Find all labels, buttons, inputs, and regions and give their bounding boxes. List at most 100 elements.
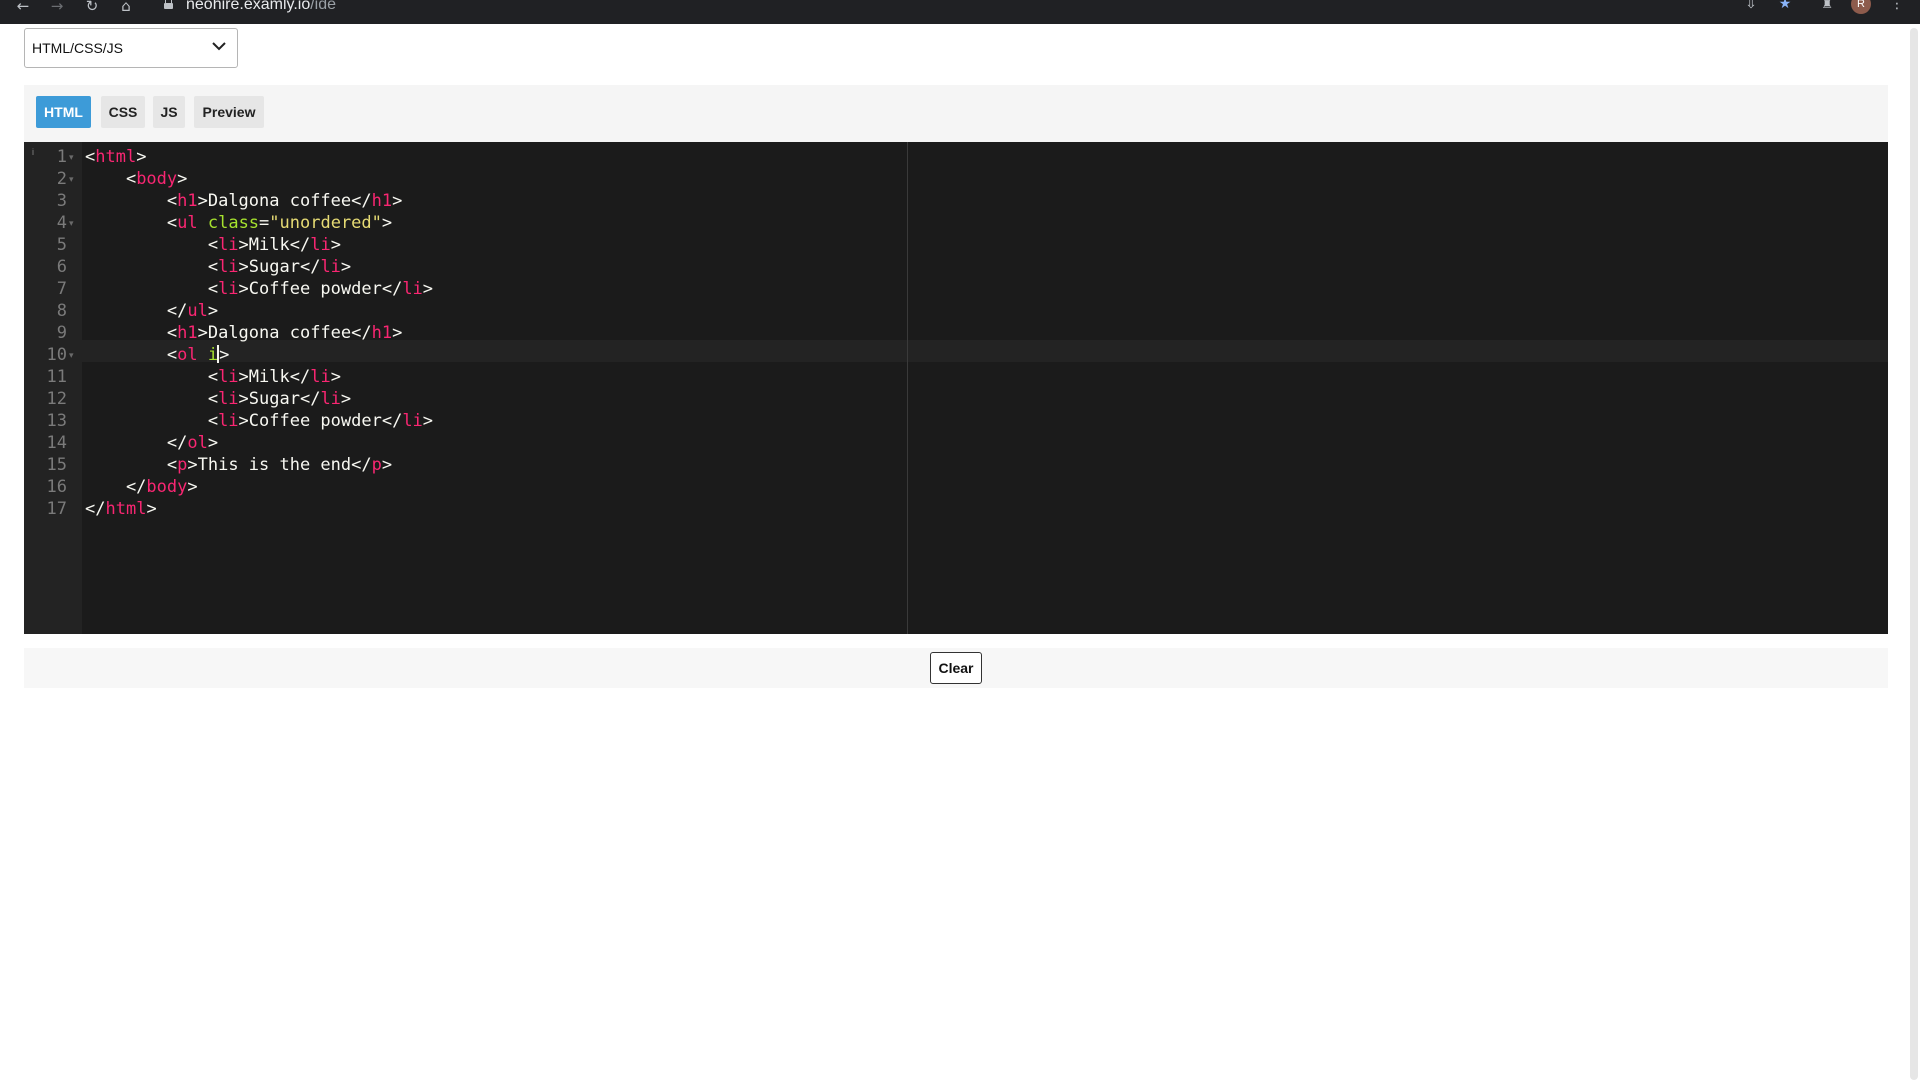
code-line[interactable]: <li>Sugar</li> [85, 256, 351, 278]
code-token: > [381, 213, 393, 233]
code-line[interactable]: <p>This is the end</p> [85, 454, 392, 476]
tab-preview[interactable]: Preview [194, 96, 264, 128]
code-token: ul [177, 213, 198, 233]
fold-arrow-icon[interactable]: ▾ [69, 146, 77, 168]
code-line[interactable]: <li>Coffee powder</li> [85, 278, 433, 300]
code-token: < [85, 191, 178, 211]
line-number: 6 [56, 257, 67, 277]
code-token: > [392, 191, 403, 211]
line-number: 2 [56, 169, 67, 189]
code-editor[interactable]: i 1 ▾ 2 ▾ 3 4 ▾ 5 6 7 8 9 10 ▾ 11 12 13 14 15 16 17 <html> <… [24, 142, 1888, 634]
code-line[interactable]: <body> [85, 168, 187, 190]
code-token: < [85, 147, 96, 167]
code-token: < [85, 455, 178, 475]
code-line[interactable]: </body> [85, 476, 198, 498]
tab-js[interactable]: JS [153, 96, 185, 128]
code-line[interactable]: </ol> [85, 432, 218, 454]
fold-arrow-icon[interactable]: ▾ [69, 344, 77, 366]
code-token: >Sugar</ [238, 389, 321, 409]
code-token: li [402, 279, 423, 299]
code-line[interactable]: <h1>Dalgona coffee</h1> [85, 322, 402, 344]
code-token: body [146, 477, 188, 497]
lock-icon[interactable] [164, 0, 173, 10]
code-token: < [85, 279, 219, 299]
profile-avatar[interactable]: R [1851, 0, 1871, 14]
line-number-gutter: i 1 ▾ 2 ▾ 3 4 ▾ 5 6 7 8 9 10 ▾ 11 12 13 14 15 16 17 [24, 142, 82, 634]
code-token: > [207, 433, 219, 453]
code-token: class [207, 213, 260, 233]
clear-button[interactable]: Clear [930, 652, 982, 684]
code-token: h1 [177, 191, 198, 211]
code-token: li [218, 389, 239, 409]
forward-arrow-icon[interactable]: → [47, 0, 67, 14]
fold-arrow-icon[interactable]: ▾ [69, 168, 77, 190]
code-token: li [218, 235, 239, 255]
code-line[interactable]: <li>Milk</li> [85, 234, 341, 256]
line-number: 4 [56, 213, 67, 233]
code-token: </ [85, 433, 188, 453]
code-token: ol [177, 345, 198, 365]
page-scrollbar[interactable] [1910, 28, 1918, 1080]
bookmark-star-icon[interactable]: ★ [1776, 0, 1794, 12]
fold-arrow-icon[interactable]: ▾ [69, 212, 77, 234]
line-number: 10 [46, 345, 67, 365]
url-path: /ide [310, 0, 337, 13]
code-line[interactable]: <li>Coffee powder</li> [85, 410, 433, 432]
code-token: >Milk</ [238, 235, 311, 255]
code-line[interactable]: <li>Milk</li> [85, 366, 341, 388]
back-arrow-icon[interactable]: ← [13, 0, 33, 14]
line-number: 5 [56, 235, 67, 255]
language-select[interactable]: HTML/CSS/JS [24, 28, 238, 68]
code-token: li [218, 257, 239, 277]
code-line[interactable]: <ul class="unordered"> [85, 212, 392, 234]
install-app-icon[interactable]: ⇩ [1743, 0, 1759, 12]
code-token: > [340, 257, 352, 277]
code-token: body [136, 169, 178, 189]
code-token: li [402, 411, 423, 431]
code-token: li [218, 411, 239, 431]
editor-tab-bar: HTML CSS JS Preview [24, 85, 1888, 142]
code-token: >Dalgona coffee</ [197, 323, 372, 343]
home-icon[interactable]: ⌂ [116, 0, 136, 14]
code-line[interactable]: <h1>Dalgona coffee</h1> [85, 190, 402, 212]
code-token: < [85, 345, 178, 365]
code-line[interactable]: <li>Sugar</li> [85, 388, 351, 410]
code-token: h1 [371, 191, 393, 211]
code-token: > [392, 323, 403, 343]
code-token: >Coffee powder</ [238, 279, 403, 299]
code-token: p [177, 455, 188, 475]
code-token: li [218, 279, 239, 299]
line-number: 16 [46, 477, 67, 497]
tab-html[interactable]: HTML [36, 96, 91, 128]
code-token: < [85, 235, 219, 255]
code-token: < [85, 411, 219, 431]
code-token: > [146, 499, 157, 519]
reload-icon[interactable]: ↻ [82, 0, 102, 14]
code-token: "unordered" [269, 213, 382, 233]
kebab-menu-icon[interactable]: ⋮ [1890, 0, 1904, 12]
code-token: < [85, 213, 178, 233]
line-number: 12 [46, 389, 67, 409]
line-number: 14 [46, 433, 67, 453]
code-token: li [218, 367, 239, 387]
code-token: >Sugar</ [238, 257, 321, 277]
tab-css[interactable]: CSS [101, 96, 145, 128]
address-bar[interactable]: neohire.examly.io/ide [186, 0, 336, 14]
code-line[interactable]: </html> [85, 498, 157, 520]
code-line[interactable]: </ul> [85, 300, 218, 322]
code-line[interactable]: <html> [85, 146, 146, 168]
browser-toolbar: ← → ↻ ⌂ neohire.examly.io/ide ⇩ ★ ♜ R ⋮ [0, 0, 1920, 24]
line-number: 17 [46, 499, 67, 519]
code-token: h1 [177, 323, 198, 343]
print-margin [907, 142, 908, 634]
code-token: h1 [371, 323, 393, 343]
extensions-puzzle-icon[interactable]: ♜ [1818, 0, 1836, 12]
code-token: li [310, 235, 331, 255]
code-token: > [219, 345, 230, 365]
code-token: < [85, 169, 137, 189]
code-line[interactable]: <ol i> [85, 344, 229, 366]
code-token: < [85, 323, 178, 343]
line-number: 13 [46, 411, 67, 431]
code-token: html [105, 499, 147, 519]
